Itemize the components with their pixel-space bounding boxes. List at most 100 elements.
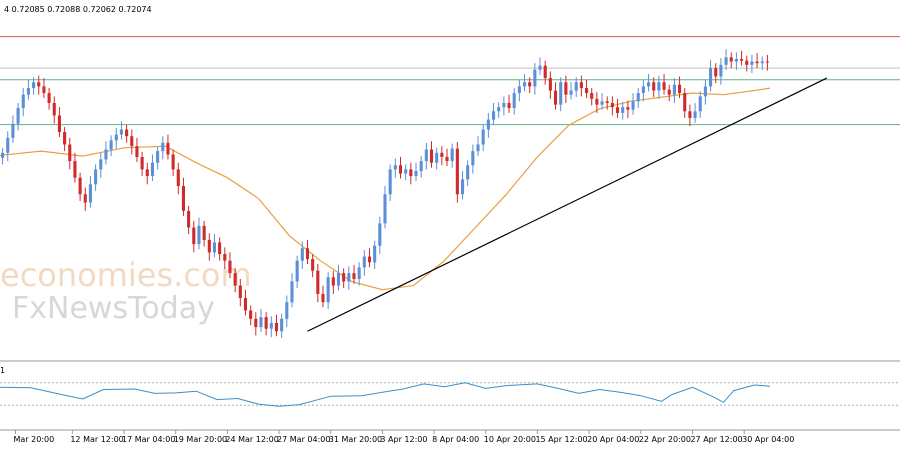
candle-body	[667, 89, 671, 95]
candle-body	[440, 152, 444, 157]
candle-body	[719, 64, 723, 77]
candle	[621, 102, 625, 120]
candle-body	[647, 82, 651, 87]
candle	[662, 73, 666, 95]
candle-body	[631, 101, 635, 110]
candle-body	[326, 277, 330, 303]
candle-body	[610, 103, 614, 108]
candle-body	[264, 317, 268, 329]
candle-body	[745, 60, 749, 65]
candle-body	[52, 103, 56, 116]
candle	[331, 270, 335, 294]
candle-body	[295, 260, 299, 282]
candle	[311, 254, 315, 278]
candle-body	[765, 61, 769, 63]
candle	[440, 146, 444, 166]
candle	[26, 79, 30, 100]
candle	[507, 94, 511, 113]
candle	[703, 79, 707, 105]
candle	[197, 217, 201, 250]
candle	[476, 136, 480, 157]
candle-body	[26, 88, 30, 95]
candle	[517, 79, 521, 102]
candle-body	[73, 161, 77, 178]
candle-body	[445, 156, 449, 162]
candle	[466, 160, 470, 186]
candle-body	[569, 90, 573, 95]
candle-body	[114, 134, 118, 141]
candle	[383, 186, 387, 229]
candle-body	[347, 273, 351, 282]
candle	[285, 295, 289, 328]
candle	[491, 103, 496, 125]
candle	[52, 96, 56, 124]
candle-body	[362, 256, 366, 268]
candle-body	[678, 84, 682, 94]
time-label: 27 Mar 04:00	[277, 435, 330, 444]
candle-body	[698, 96, 702, 112]
candle	[502, 96, 506, 116]
candle-body	[517, 86, 521, 94]
candle-body	[42, 86, 46, 94]
candle-body	[187, 210, 191, 228]
candle	[11, 115, 15, 143]
candle-body	[414, 171, 418, 177]
candle-body	[429, 149, 434, 163]
candle-body	[63, 132, 67, 145]
candle-body	[357, 267, 361, 279]
candle	[419, 156, 423, 178]
time-label: 3 Apr 12:00	[380, 435, 427, 444]
candle	[78, 172, 82, 201]
candle-body	[419, 161, 423, 172]
candle-body	[6, 137, 10, 153]
candle-body	[616, 107, 620, 113]
candle-body	[497, 107, 501, 112]
candle	[471, 144, 475, 174]
candle	[409, 162, 413, 185]
candle	[109, 135, 113, 157]
candle-body	[564, 82, 568, 95]
candle-body	[145, 169, 149, 177]
candle	[709, 59, 713, 92]
candle	[249, 305, 253, 326]
candle	[99, 152, 103, 178]
header-text: 4 0.72085 0.72088 0.72062 0.72074	[4, 5, 152, 14]
candle-body	[212, 242, 217, 253]
candle-body	[373, 245, 377, 263]
watermark-line-1: economies.com	[0, 256, 252, 294]
candle	[362, 249, 366, 276]
chart-svg: economies.com FxNewsToday 4 0.72085 0.72…	[0, 5, 900, 444]
time-label: 10 Apr 20:00	[484, 435, 536, 444]
time-label: 17 Mar 04:00	[122, 435, 175, 444]
candle-body	[223, 254, 227, 261]
candle	[543, 60, 547, 85]
candle	[305, 239, 310, 265]
candle-body	[590, 93, 594, 99]
candle-body	[316, 270, 320, 294]
candle-body	[94, 169, 98, 185]
candle-body	[197, 225, 201, 245]
candle-body	[280, 318, 284, 332]
candle	[63, 127, 67, 152]
candle	[6, 131, 10, 162]
watermark-line-2: FxNewsToday	[12, 291, 215, 326]
candle	[388, 164, 392, 201]
candle-body	[641, 86, 645, 94]
candle	[156, 146, 160, 170]
candle-body	[47, 93, 51, 103]
candle-body	[109, 140, 113, 150]
candle-body	[574, 82, 578, 91]
candle-body	[450, 148, 454, 162]
candle	[290, 273, 294, 308]
candle-body	[104, 149, 108, 160]
candle	[538, 57, 542, 75]
candle	[94, 164, 98, 191]
candle	[352, 264, 356, 284]
candle	[326, 272, 330, 309]
indicator-line	[0, 382, 771, 407]
candle	[373, 240, 377, 269]
candle-body	[693, 111, 697, 118]
candle	[667, 84, 671, 102]
candle-body	[269, 322, 273, 329]
candle	[125, 124, 129, 143]
